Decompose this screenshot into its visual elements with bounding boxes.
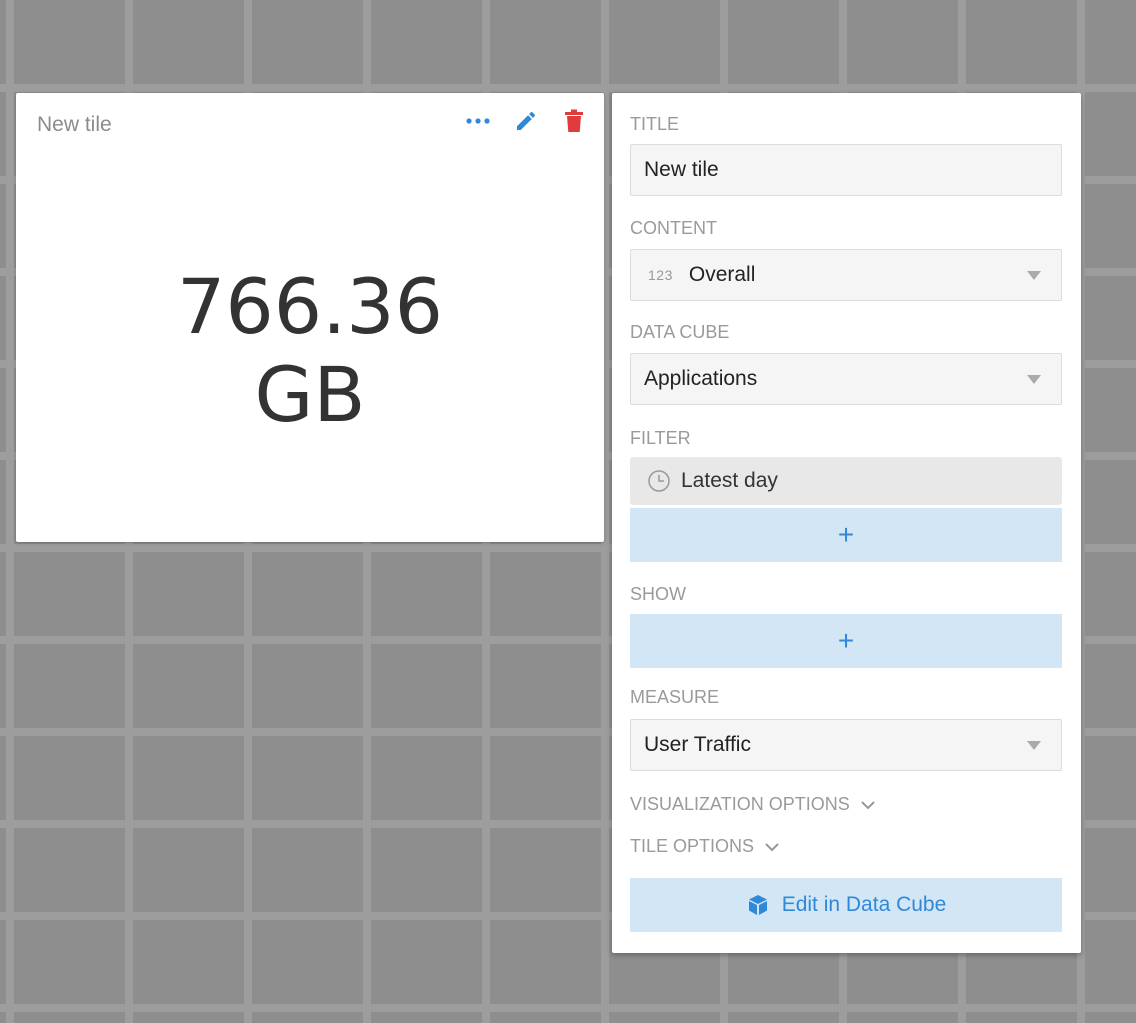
data-cube-select[interactable]: Applications (630, 353, 1062, 405)
filter-chip-latest-day[interactable]: Latest day (630, 457, 1062, 505)
more-icon (466, 118, 490, 124)
tile-settings-panel: TITLE CONTENT 123 Overall DATA CUBE Appl… (612, 93, 1081, 953)
tile-actions (464, 107, 588, 135)
tile-card[interactable]: New tile 766.36 GB (16, 93, 604, 542)
plus-icon: + (837, 519, 855, 550)
show-label: SHOW (630, 584, 686, 604)
metric-unit: GB (254, 350, 366, 439)
plus-icon: + (837, 625, 855, 656)
chevron-down-icon (1027, 740, 1041, 750)
title-input[interactable] (631, 145, 1061, 195)
add-filter-button[interactable]: + (630, 508, 1062, 562)
pencil-icon (517, 111, 536, 130)
content-value: Overall (688, 263, 756, 286)
measure-label: MEASURE (630, 687, 720, 707)
content-select[interactable]: 123 Overall (630, 249, 1062, 301)
edit-in-data-cube-button[interactable]: Edit in Data Cube (630, 878, 1062, 932)
data-cube-label: DATA CUBE (630, 322, 730, 342)
chevron-down-icon (1027, 374, 1041, 384)
chevron-down-icon (1027, 270, 1041, 280)
tile-metric-value: 766.36 GB (16, 263, 604, 439)
content-label: CONTENT (630, 218, 717, 238)
measure-select[interactable]: User Traffic (630, 719, 1062, 771)
metric-number: 766.36 (177, 262, 443, 351)
filter-label: FILTER (630, 428, 691, 448)
number-type-icon: 123 (648, 267, 673, 283)
filter-chip-label: Latest day (681, 469, 778, 492)
tile-options-label: TILE OPTIONS (630, 836, 755, 856)
measure-value: User Traffic (644, 733, 751, 756)
data-cube-value: Applications (644, 367, 758, 390)
more-options-button[interactable] (464, 107, 492, 135)
tile-options-toggle[interactable]: TILE OPTIONS (630, 836, 780, 857)
title-field[interactable] (630, 144, 1062, 196)
delete-tile-button[interactable] (560, 107, 588, 135)
visualization-options-label: VISUALIZATION OPTIONS (630, 794, 850, 814)
edit-tile-button[interactable] (512, 107, 540, 135)
tile-title: New tile (37, 113, 112, 136)
cube-icon (748, 895, 767, 915)
chevron-down-icon (860, 800, 875, 809)
edit-in-data-cube-label: Edit in Data Cube (781, 893, 947, 916)
add-show-button[interactable]: + (630, 614, 1062, 668)
title-label: TITLE (630, 114, 680, 134)
clock-icon (648, 470, 670, 492)
visualization-options-toggle[interactable]: VISUALIZATION OPTIONS (630, 794, 876, 815)
chevron-down-icon (765, 842, 779, 851)
trash-icon (565, 109, 583, 132)
